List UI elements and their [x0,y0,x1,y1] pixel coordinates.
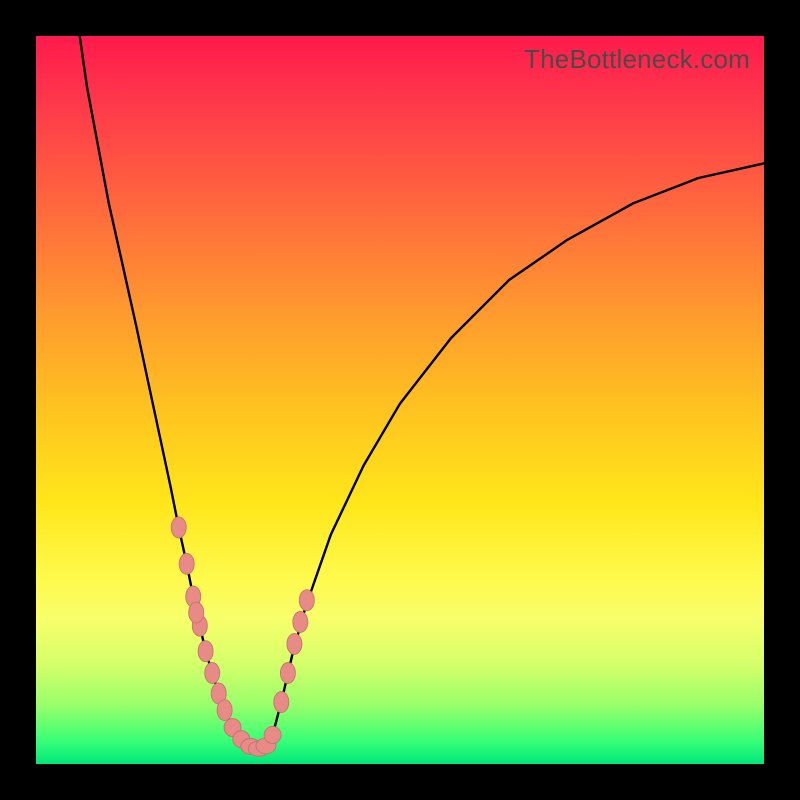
bead-markers-group [171,517,314,756]
plot-area: TheBottleneck.com [36,36,764,764]
bead-marker [293,612,308,633]
bead-marker [287,633,302,654]
attribution-watermark: TheBottleneck.com [524,44,750,75]
bead-marker [179,553,194,574]
bottleneck-curve [80,36,764,749]
bead-marker [217,700,232,721]
bead-marker [299,590,314,611]
chart-stage: TheBottleneck.com [0,0,800,800]
bead-marker [205,663,220,684]
bead-marker [171,517,186,538]
bead-marker [189,602,204,623]
chart-overlay [36,36,764,764]
bead-marker [280,663,295,684]
bead-marker [274,692,289,713]
bead-marker [198,641,213,662]
bead-marker [264,726,281,743]
